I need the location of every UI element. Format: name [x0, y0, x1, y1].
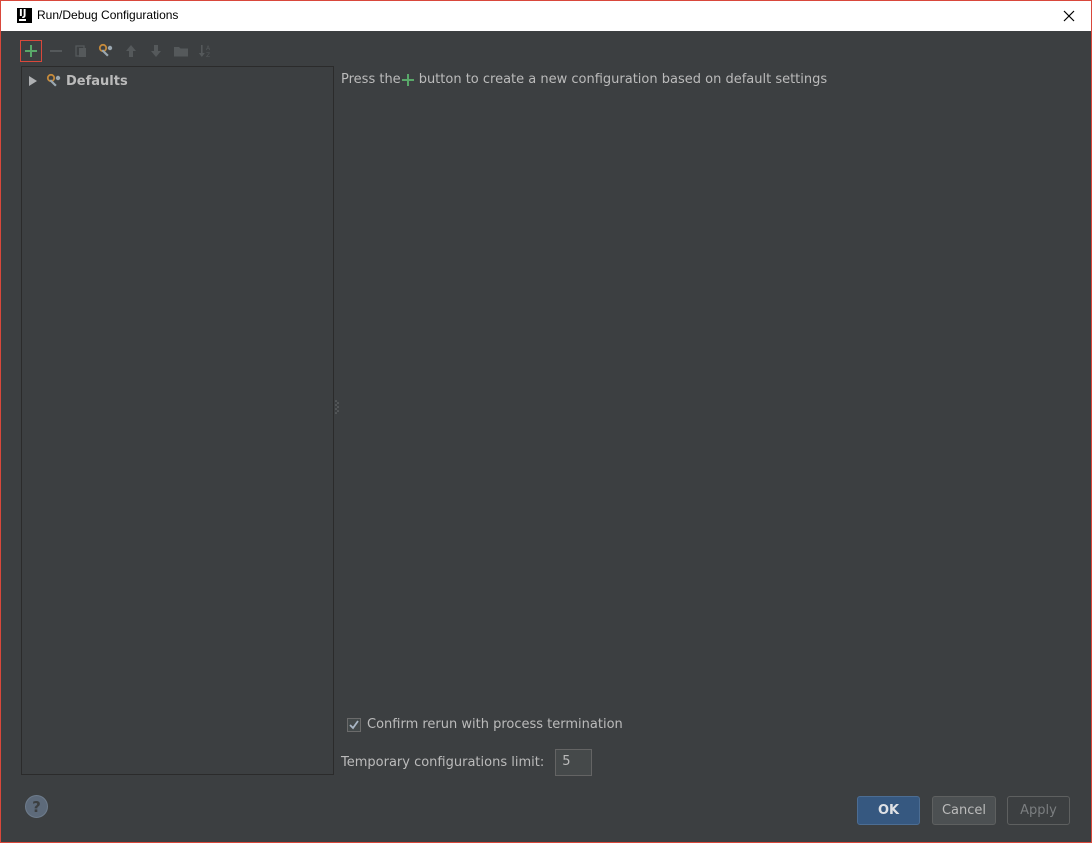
hint-prefix: Press the — [341, 72, 401, 87]
ok-button[interactable]: OK — [857, 796, 920, 825]
help-icon: ? — [32, 797, 41, 816]
configurations-tree[interactable]: Defaults — [21, 66, 334, 775]
apply-button[interactable]: Apply — [1007, 796, 1070, 825]
confirm-rerun-checkbox[interactable] — [347, 717, 361, 732]
copy-icon — [75, 45, 86, 57]
hint-suffix: button to create a new configuration bas… — [418, 72, 828, 87]
temp-limit-label: Temporary configurations limit: — [341, 755, 545, 770]
expand-arrow-icon[interactable] — [26, 74, 40, 88]
tree-item-label: Defaults — [66, 73, 128, 89]
minus-icon — [50, 50, 62, 52]
temp-limit-option: Temporary configurations limit: 5 — [341, 749, 593, 776]
create-folder-button[interactable] — [170, 40, 192, 62]
intellij-app-icon: IJ — [17, 8, 32, 23]
add-configuration-button[interactable] — [20, 40, 42, 62]
tree-item-defaults[interactable]: Defaults — [26, 71, 128, 91]
svg-text:Z: Z — [206, 52, 210, 59]
move-up-button[interactable] — [120, 40, 142, 62]
window-title: Run/Debug Configurations — [37, 8, 179, 22]
title-bar: IJ Run/Debug Configurations — [1, 1, 1091, 31]
plus-icon — [25, 45, 37, 57]
remove-configuration-button[interactable] — [45, 40, 67, 62]
sort-button[interactable]: A Z — [195, 40, 217, 62]
copy-configuration-button[interactable] — [70, 40, 92, 62]
svg-text:A: A — [206, 45, 211, 52]
close-button[interactable] — [1047, 1, 1091, 31]
cancel-button[interactable]: Cancel — [932, 796, 996, 825]
wrench-icon — [46, 73, 61, 87]
splitter-handle[interactable] — [335, 399, 339, 415]
folder-icon — [174, 47, 188, 57]
temp-limit-field[interactable]: 5 — [555, 749, 593, 776]
config-toolbar: A Z — [20, 40, 220, 62]
sort-alpha-icon: A Z — [198, 45, 211, 59]
edit-defaults-button[interactable] — [95, 40, 117, 62]
arrow-down-icon — [151, 45, 161, 57]
empty-state-hint: Press the button to create a new configu… — [341, 72, 827, 87]
confirm-rerun-label: Confirm rerun with process termination — [367, 717, 623, 732]
checkmark-icon — [349, 719, 359, 729]
confirm-rerun-option[interactable]: Confirm rerun with process termination — [347, 717, 623, 732]
help-button[interactable]: ? — [25, 795, 48, 818]
arrow-up-icon — [126, 45, 136, 57]
wrench-icon — [98, 43, 113, 57]
move-down-button[interactable] — [145, 40, 167, 62]
close-icon — [1063, 10, 1075, 22]
run-debug-dialog: IJ Run/Debug Configurations A Z Defaults… — [0, 0, 1092, 843]
plus-icon — [401, 73, 415, 87]
